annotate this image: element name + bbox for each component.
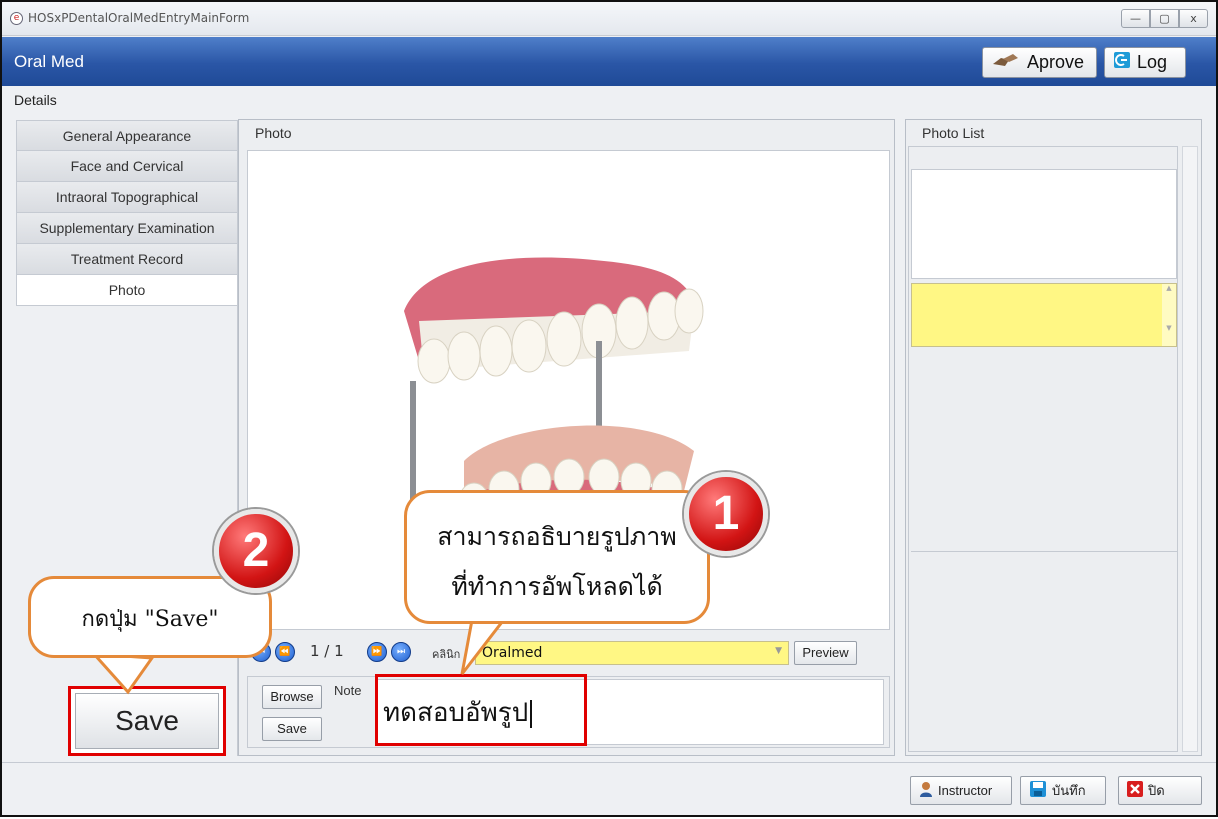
callout-2-text: กดปุ่ม "Save" (81, 607, 219, 632)
step-1-badge: 1 (684, 472, 768, 556)
step-2-badge: 2 (214, 509, 298, 593)
callout-tails (90, 618, 505, 695)
callout-bubble-2: กดปุ่ม "Save" (28, 576, 272, 658)
callout-1-line-2: ที่ทำการอัพโหลดได้ (451, 572, 663, 601)
callout-bubble-1: สามารถอธิบายรูปภาพ ที่ทำการอัพโหลดได้ (404, 490, 710, 624)
app-window: e HOSxPDentalOralMedEntryMainForm — ▢ x … (0, 0, 1218, 817)
callout-1-line-1: สามารถอธิบายรูปภาพ (437, 522, 677, 551)
